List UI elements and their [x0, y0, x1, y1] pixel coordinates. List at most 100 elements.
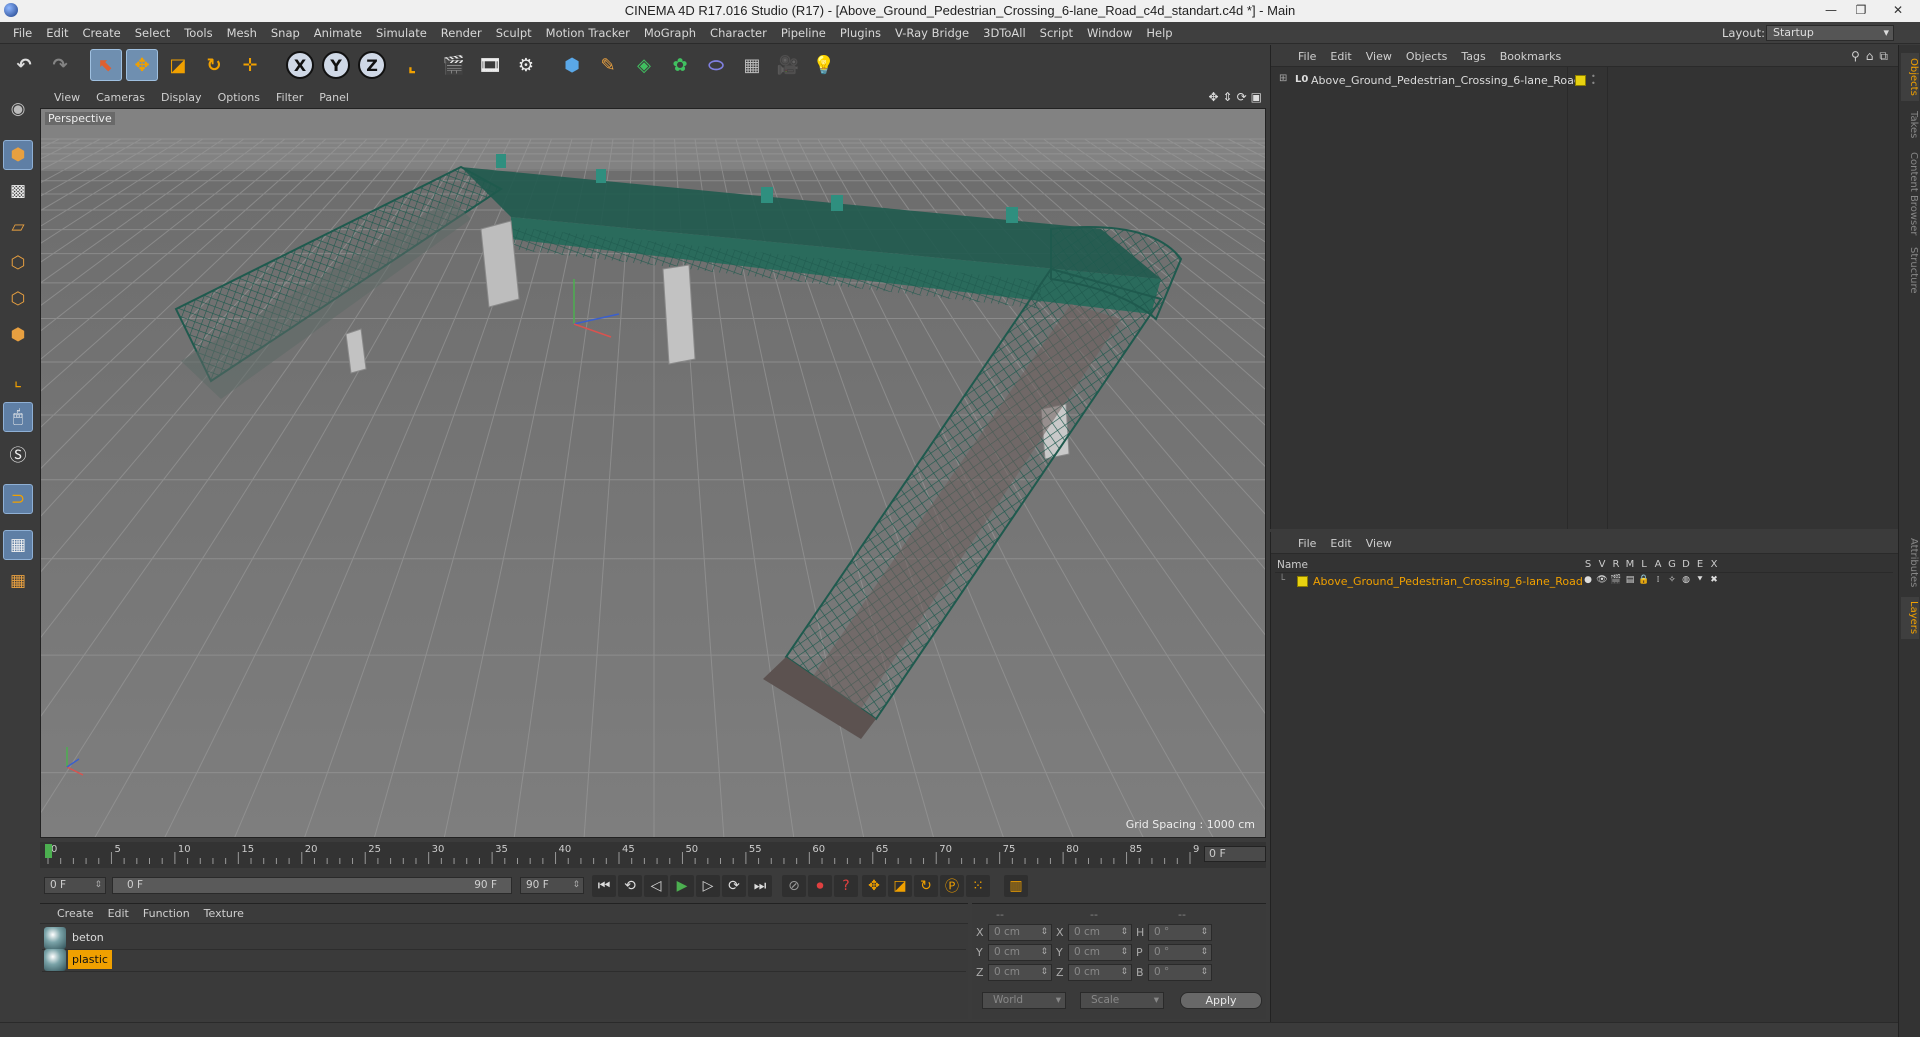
render-view-icon[interactable]: 🎬: [438, 49, 470, 81]
menu-help[interactable]: Help: [1139, 26, 1179, 40]
redo-icon[interactable]: ↷: [44, 49, 76, 81]
expressions-icon[interactable]: ⯆: [1693, 575, 1707, 585]
points-mode-icon[interactable]: ⬡: [3, 248, 33, 278]
restore-button[interactable]: ❐: [1846, 0, 1876, 20]
object-menu-objects[interactable]: Objects: [1399, 50, 1455, 66]
workplane-icon[interactable]: ▱: [3, 212, 33, 242]
dolly-icon[interactable]: ⇕: [1223, 90, 1233, 104]
coord-value-field[interactable]: 0 °: [1148, 964, 1212, 981]
model-mode-icon[interactable]: ⬢: [3, 140, 33, 170]
scale-icon[interactable]: ◪: [162, 49, 194, 81]
perspective-viewport[interactable]: Perspective Grid Spacing : 1000 cm: [40, 108, 1266, 838]
play-icon[interactable]: ▶: [670, 875, 694, 897]
cube-object-icon[interactable]: ⬢: [556, 49, 588, 81]
next-frame-icon[interactable]: ▷: [696, 875, 720, 897]
pen-spline-icon[interactable]: ✎: [592, 49, 624, 81]
layer-row[interactable]: └ Above_Ground_Pedestrian_Crossing_6-lan…: [1275, 574, 1893, 590]
menu-render[interactable]: Render: [434, 26, 489, 40]
search-icon[interactable]: ⚲: [1851, 49, 1860, 64]
material-menu-texture[interactable]: Texture: [197, 907, 251, 923]
coord-value-field[interactable]: 0 cm: [1068, 924, 1132, 941]
tab-layers[interactable]: Layers: [1901, 597, 1919, 639]
view-icon[interactable]: 👁: [1595, 575, 1609, 585]
record-keys-icon[interactable]: ⊘: [782, 875, 806, 897]
material-name[interactable]: beton: [68, 928, 108, 947]
menu-snap[interactable]: Snap: [264, 26, 307, 40]
keyframe-selection-icon[interactable]: ?: [834, 875, 858, 897]
menu-select[interactable]: Select: [128, 26, 177, 40]
layer-menu-file[interactable]: File: [1291, 537, 1323, 553]
prev-frame-icon[interactable]: ◁: [644, 875, 668, 897]
material-name[interactable]: plastic: [68, 950, 112, 969]
pan-icon[interactable]: ✥: [1208, 90, 1218, 104]
key-rotation-icon[interactable]: ↻: [914, 875, 938, 897]
coord-value-field[interactable]: 0 cm: [1068, 944, 1132, 961]
tab-structure[interactable]: Structure: [1901, 245, 1919, 295]
go-to-start-icon[interactable]: ⏮: [592, 875, 616, 897]
coord-value-field[interactable]: 0 °: [1148, 944, 1212, 961]
rotate-icon[interactable]: ↻: [198, 49, 230, 81]
go-to-end-icon[interactable]: ⏭: [748, 875, 772, 897]
move-icon[interactable]: ✥: [126, 49, 158, 81]
timeline-ruler[interactable]: 051015202530354045505560657075808590: [40, 842, 1206, 868]
coordinate-system-icon[interactable]: ⌞: [396, 49, 428, 81]
coord-value-field[interactable]: 0 cm: [988, 924, 1052, 941]
viewport-menu-display[interactable]: Display: [153, 91, 210, 104]
menu-plugins[interactable]: Plugins: [833, 26, 888, 40]
material-menu-edit[interactable]: Edit: [101, 907, 136, 923]
key-scale-icon[interactable]: ◪: [888, 875, 912, 897]
menu-simulate[interactable]: Simulate: [369, 26, 434, 40]
viewport-menu-panel[interactable]: Panel: [311, 91, 357, 104]
viewport-menu-cameras[interactable]: Cameras: [88, 91, 153, 104]
layer-name[interactable]: Above_Ground_Pedestrian_Crossing_6-lane_…: [1313, 575, 1583, 588]
scale-dropdown[interactable]: Scale: [1080, 992, 1164, 1009]
menu-mograph[interactable]: MoGraph: [637, 26, 703, 40]
minimize-button[interactable]: —: [1816, 0, 1846, 20]
timeline-window-icon[interactable]: ▥: [1004, 875, 1028, 897]
workplane-lock-icon[interactable]: ▦: [3, 530, 33, 560]
texture-mode-icon[interactable]: ▩: [3, 176, 33, 206]
menu-create[interactable]: Create: [76, 26, 128, 40]
floor-icon[interactable]: ▦: [736, 49, 768, 81]
viewport-menu-options[interactable]: Options: [210, 91, 268, 104]
z-axis-button[interactable]: Z: [358, 51, 386, 79]
object-menu-tags[interactable]: Tags: [1454, 50, 1492, 66]
viewport-menu-view[interactable]: View: [46, 91, 88, 104]
object-row[interactable]: ⊞ L0 Above_Ground_Pedestrian_Crossing_6-…: [1275, 73, 1885, 89]
recent-tool-icon[interactable]: ✛: [234, 49, 266, 81]
menu-script[interactable]: Script: [1033, 26, 1080, 40]
menu-animate[interactable]: Animate: [307, 26, 369, 40]
solo-icon[interactable]: ●: [1581, 575, 1595, 585]
tab-takes[interactable]: Takes: [1901, 107, 1919, 143]
layer-color-icon[interactable]: [1575, 75, 1586, 86]
material-row[interactable]: beton: [42, 926, 966, 950]
coord-value-field[interactable]: 0 °: [1148, 924, 1212, 941]
magnet-icon[interactable]: ⊃: [3, 484, 33, 514]
material-preview-icon[interactable]: [44, 949, 66, 971]
menu-window[interactable]: Window: [1080, 26, 1139, 40]
layout-select[interactable]: Startup: [1766, 25, 1894, 41]
new-view-icon[interactable]: ⧉: [1879, 49, 1888, 64]
close-button[interactable]: ✕: [1876, 0, 1920, 20]
menu-3dtoall[interactable]: 3DToAll: [976, 26, 1033, 40]
coord-value-field[interactable]: 0 cm: [988, 944, 1052, 961]
tweak-mode-icon[interactable]: 🖱: [3, 402, 33, 432]
toggle-view-icon[interactable]: ▣: [1251, 90, 1262, 104]
menu-sculpt[interactable]: Sculpt: [489, 26, 539, 40]
material-row[interactable]: plastic: [42, 948, 966, 972]
animation-icon[interactable]: ⁞: [1651, 575, 1665, 585]
menu-file[interactable]: File: [6, 26, 39, 40]
key-pla-icon[interactable]: ⁙: [966, 875, 990, 897]
object-menu-file[interactable]: File: [1291, 50, 1323, 66]
world-dropdown[interactable]: World: [982, 992, 1066, 1009]
expand-icon[interactable]: ⊞: [1279, 73, 1287, 84]
cloner-icon[interactable]: ✿: [664, 49, 696, 81]
visibility-dots-icon[interactable]: • •: [1591, 73, 1596, 88]
object-menu-bookmarks[interactable]: Bookmarks: [1493, 50, 1568, 66]
current-frame-field[interactable]: 0 F: [1204, 846, 1266, 862]
menu-mesh[interactable]: Mesh: [220, 26, 264, 40]
make-editable-icon[interactable]: ◉: [3, 94, 33, 124]
orbit-icon[interactable]: ⟳: [1237, 90, 1247, 104]
menu-pipeline[interactable]: Pipeline: [774, 26, 833, 40]
object-menu-edit[interactable]: Edit: [1323, 50, 1358, 66]
